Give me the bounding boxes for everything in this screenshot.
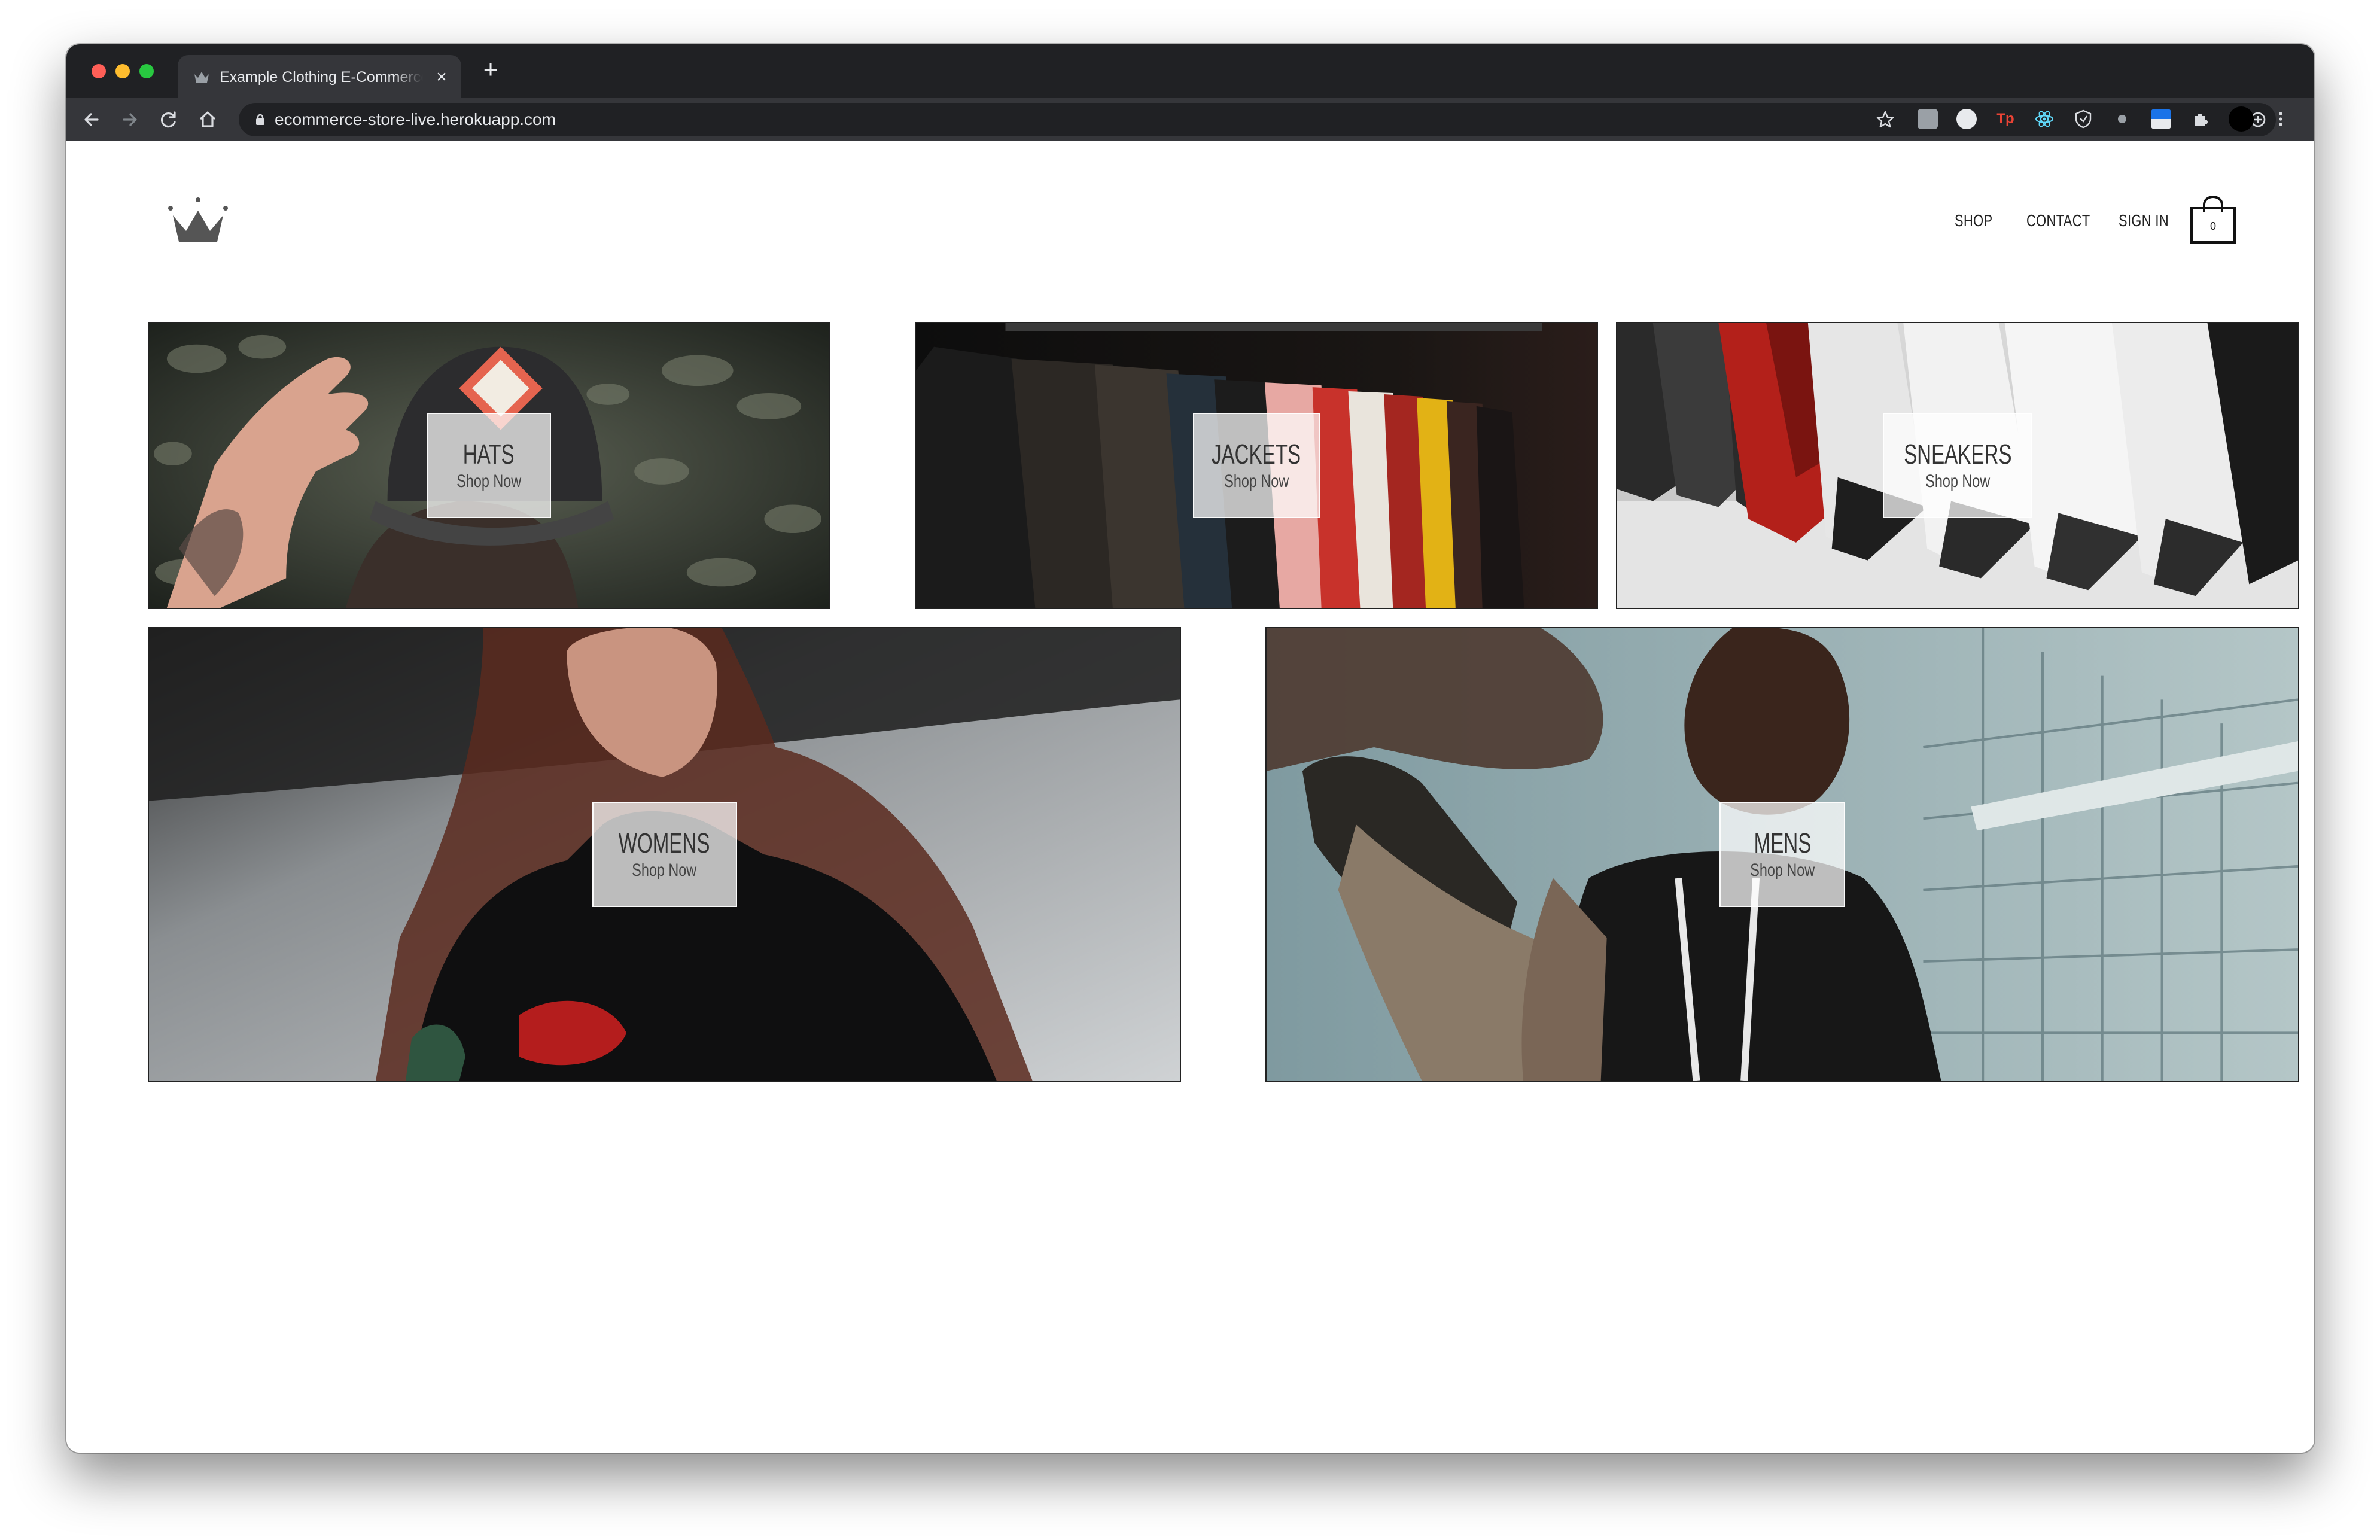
url-text[interactable]: ecommerce-store-live.herokuapp.com: [275, 109, 556, 130]
cart-item-count: 0: [2209, 220, 2216, 232]
profile-avatar-icon[interactable]: [2229, 106, 2254, 132]
directory-item-title: HATS: [463, 439, 515, 470]
directory-item-jackets[interactable]: JACKETS Shop Now: [915, 322, 1598, 609]
directory-item-jackets-label-box[interactable]: JACKETS Shop Now: [1193, 413, 1320, 518]
directory-item-sneakers[interactable]: SNEAKERS Shop Now: [1616, 322, 2299, 609]
tab-close-icon[interactable]: ×: [434, 68, 449, 86]
reload-icon[interactable]: [157, 108, 181, 132]
directory-item-womens[interactable]: WOMENS Shop Now: [148, 627, 1181, 1082]
extension-tp-icon[interactable]: Tp: [1995, 109, 2016, 129]
lock-icon[interactable]: [255, 114, 265, 126]
react-devtools-icon[interactable]: [2034, 109, 2055, 129]
tab-title: Example Clothing E-Commerce: [220, 67, 423, 87]
home-icon[interactable]: [196, 108, 220, 132]
directory-item-hats-label-box[interactable]: HATS Shop Now: [427, 413, 551, 518]
directory-item-subtitle: Shop Now: [1224, 471, 1289, 491]
nav-contact-link[interactable]: CONTACT: [2026, 209, 2090, 232]
extensions-icon[interactable]: [2190, 109, 2210, 129]
new-tab-button[interactable]: +: [479, 57, 502, 82]
window-controls: [92, 64, 154, 78]
close-window-button[interactable]: [92, 64, 106, 78]
minimize-window-button[interactable]: [115, 64, 130, 78]
back-icon[interactable]: [80, 108, 104, 132]
shield-icon[interactable]: [2073, 109, 2093, 129]
directory-item-hats[interactable]: HATS Shop Now: [148, 322, 830, 609]
forward-icon[interactable]: [118, 108, 142, 132]
directory-item-womens-label-box[interactable]: WOMENS Shop Now: [592, 802, 737, 907]
extension-puzzle-small-icon[interactable]: [2112, 109, 2132, 129]
nav-sign-in-link[interactable]: SIGN IN: [2119, 209, 2169, 232]
directory-item-title: JACKETS: [1212, 439, 1301, 470]
crown-icon[interactable]: [167, 196, 229, 244]
browser-window: Example Clothing E-Commerce × + ecommerc…: [66, 44, 2314, 1453]
nav-shop-link[interactable]: SHOP: [1955, 209, 1992, 232]
directory-item-subtitle: Shop Now: [456, 471, 521, 491]
browser-toolbar: ecommerce-store-live.herokuapp.com Tp: [66, 98, 2314, 141]
directory-item-subtitle: Shop Now: [1750, 860, 1815, 880]
crown-favicon-icon: [194, 72, 209, 83]
directory-item-subtitle: Shop Now: [632, 860, 697, 880]
directory-item-title: SNEAKERS: [1903, 439, 2012, 470]
directory-item-title: WOMENS: [619, 827, 710, 859]
bookmark-star-icon[interactable]: [1876, 110, 1895, 129]
extension-1-icon[interactable]: [1918, 109, 1938, 129]
shopping-bag-button[interactable]: 0: [2190, 196, 2236, 244]
directory-item-sneakers-label-box[interactable]: SNEAKERS Shop Now: [1883, 413, 2032, 518]
tab-strip: Example Clothing E-Commerce × +: [66, 44, 2314, 98]
maximize-window-button[interactable]: [139, 64, 154, 78]
web-page: SHOP CONTACT SIGN IN 0 HATS Shop Now JAC…: [66, 141, 2314, 1453]
directory-item-subtitle: Shop Now: [1925, 471, 1990, 491]
extension-2-icon[interactable]: [1956, 109, 1977, 129]
browser-tab[interactable]: Example Clothing E-Commerce ×: [178, 55, 461, 98]
menu-icon[interactable]: [2271, 109, 2291, 129]
extension-window-icon[interactable]: [2151, 109, 2171, 129]
directory-item-mens[interactable]: MENS Shop Now: [1265, 627, 2299, 1082]
directory-item-title: MENS: [1754, 827, 1811, 859]
directory-item-mens-label-box[interactable]: MENS Shop Now: [1719, 802, 1845, 907]
